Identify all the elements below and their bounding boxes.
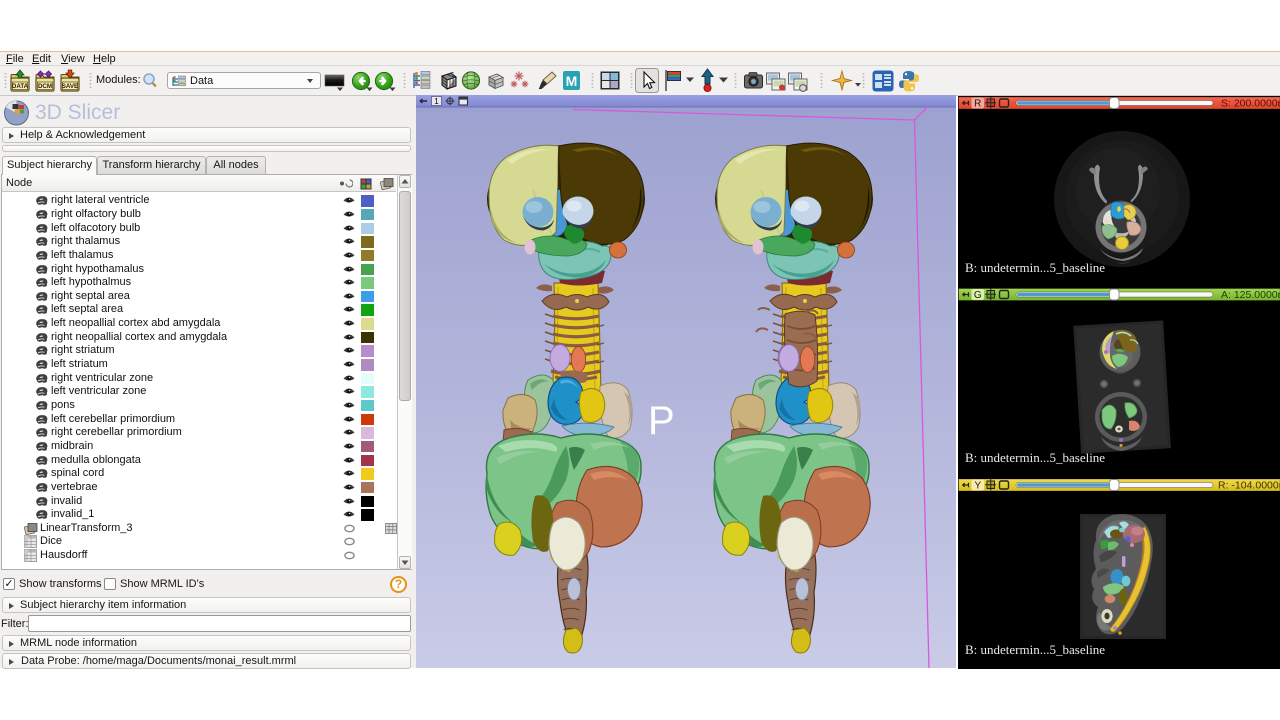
svg-text:R: R [974, 99, 981, 110]
svg-text:R: -104.0000mm: R: -104.0000mm [1218, 480, 1280, 492]
svg-text:DATA: DATA [12, 83, 29, 90]
svg-text:A: 125.0000mm: A: 125.0000mm [1221, 289, 1280, 301]
svg-text:P: P [648, 399, 675, 443]
svg-text:1: 1 [434, 96, 439, 106]
svg-text:B: undetermin...5_baseline: B: undetermin...5_baseline [965, 450, 1105, 465]
svg-text:B: undetermin...5_baseline: B: undetermin...5_baseline [965, 642, 1105, 657]
svg-text:G: G [974, 290, 982, 301]
svg-text:SAVE: SAVE [62, 83, 78, 90]
svg-text:S: 200.0000mm: S: 200.0000mm [1221, 98, 1280, 110]
svg-text:M: M [566, 73, 578, 89]
svg-text:Y: Y [974, 481, 981, 492]
svg-text:B: undetermin...5_baseline: B: undetermin...5_baseline [965, 260, 1105, 275]
svg-text:DCM: DCM [38, 83, 52, 90]
